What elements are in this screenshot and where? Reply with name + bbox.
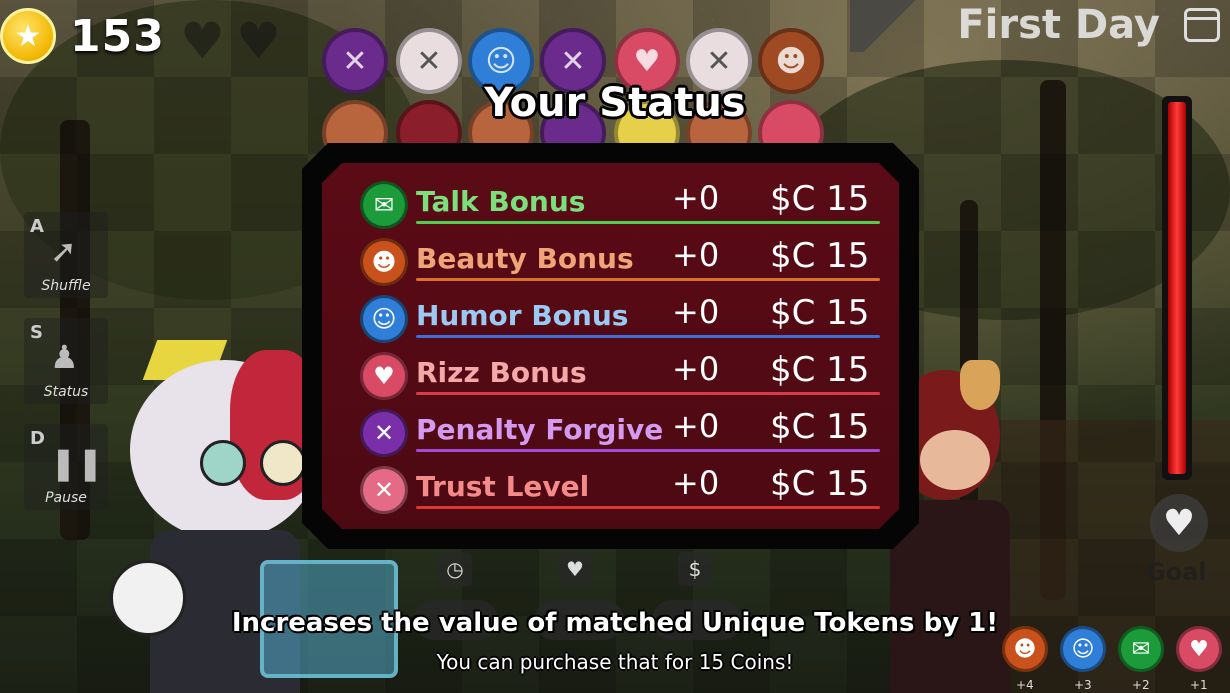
status-row-name: Rizz Bonus [416, 356, 587, 389]
goal-label: Goal [1146, 558, 1207, 586]
shuffle-key: A [30, 216, 44, 237]
tooltip-description: Increases the value of matched Unique To… [231, 608, 999, 638]
day-title: First Day [957, 2, 1160, 48]
heart-face-icon: ♥ [360, 352, 408, 400]
beauty-icon: ☻ [1002, 626, 1048, 672]
status-row-bonus: +0 [672, 179, 720, 217]
status-row-bonus: +0 [672, 464, 720, 502]
corner-decoration [850, 0, 930, 52]
star-coin-icon: ★ [0, 8, 56, 64]
dizzy-face-icon: ✕ [360, 466, 408, 514]
status-icon: ♟ [50, 338, 79, 376]
status-title: Your Status [484, 80, 746, 126]
status-row-rizz[interactable]: ♥ Rizz Bonus +0 $C 15 [360, 352, 880, 408]
smiley-icon: ☺ [1060, 626, 1106, 672]
goal-heart-button[interactable]: ♥ [1150, 494, 1208, 552]
pause-icon: ❚❚ [50, 444, 104, 482]
goal-meter-fill [1168, 102, 1186, 474]
status-panel: ✉ Talk Bonus +0 $C 15 ☻ Beauty Bonus +0 … [302, 143, 919, 549]
status-row-name: Humor Bonus [416, 299, 629, 332]
status-row-underline [416, 506, 880, 509]
status-row-talk[interactable]: ✉ Talk Bonus +0 $C 15 [360, 181, 880, 237]
shuffle-label: Shuffle [41, 278, 91, 294]
status-row-bonus: +0 [672, 350, 720, 388]
dollar-icon: $ [678, 552, 712, 586]
shuffle-button[interactable]: A ➚ Shuffle [24, 212, 108, 298]
coin-count: 153 [70, 10, 165, 62]
shuffle-icon: ➚ [50, 232, 77, 270]
status-row-price: $C 15 [770, 464, 870, 504]
status-row-beauty[interactable]: ☻ Beauty Bonus +0 $C 15 [360, 238, 880, 294]
status-row-price: $C 15 [770, 350, 870, 390]
status-row-bonus: +0 [672, 407, 720, 445]
token-count: +3 [1074, 678, 1092, 692]
status-row-penalty-forgive[interactable]: ✕ Penalty Forgive +0 $C 15 [360, 409, 880, 465]
status-panel-inner: ✉ Talk Bonus +0 $C 15 ☻ Beauty Bonus +0 … [322, 163, 899, 529]
status-row-bonus: +0 [672, 293, 720, 331]
pause-key: D [30, 428, 45, 449]
speech-bubble-icon: ✉ [1118, 626, 1164, 672]
heart-icon: ♥ [558, 552, 592, 586]
heart-face-icon: ♥ [1176, 626, 1222, 672]
status-row-humor[interactable]: ☺ Humor Bonus +0 $C 15 [360, 295, 880, 351]
x-icon: ✕ [360, 409, 408, 457]
token-count: +2 [1132, 678, 1150, 692]
status-row-name: Penalty Forgive [416, 413, 664, 446]
goal-meter [1162, 96, 1192, 480]
token-count: +4 [1016, 678, 1034, 692]
heart-icon: ♥ [180, 12, 225, 70]
coin-counter: ★ 153 [0, 8, 165, 64]
status-key: S [30, 322, 43, 343]
status-row-price: $C 15 [770, 293, 870, 333]
pause-label: Pause [45, 490, 87, 506]
status-row-underline [416, 392, 880, 395]
status-row-bonus: +0 [672, 236, 720, 274]
status-row-trust[interactable]: ✕ Trust Level +0 $C 15 [360, 466, 880, 522]
calendar-icon[interactable] [1184, 8, 1220, 42]
status-row-underline [416, 335, 880, 338]
status-label: Status [43, 384, 89, 400]
status-row-underline [416, 221, 880, 224]
pause-button[interactable]: D ❚❚ Pause [24, 424, 108, 510]
status-row-underline [416, 278, 880, 281]
status-row-name: Beauty Bonus [416, 242, 634, 275]
clock-icon: ◷ [438, 552, 472, 586]
status-row-price: $C 15 [770, 179, 870, 219]
status-row-price: $C 15 [770, 236, 870, 276]
speech-bubble-icon: ✉ [360, 181, 408, 229]
heart-icon: ♥ [1162, 502, 1196, 544]
status-row-price: $C 15 [770, 407, 870, 447]
status-row-underline [416, 449, 880, 452]
heart-icon: ♥ [236, 12, 281, 70]
status-button[interactable]: S ♟ Status [24, 318, 108, 404]
status-row-name: Talk Bonus [416, 185, 586, 218]
status-row-name: Trust Level [416, 470, 590, 503]
smiley-icon: ☺ [360, 295, 408, 343]
token-count: +1 [1190, 678, 1208, 692]
beauty-icon: ☻ [360, 238, 408, 286]
